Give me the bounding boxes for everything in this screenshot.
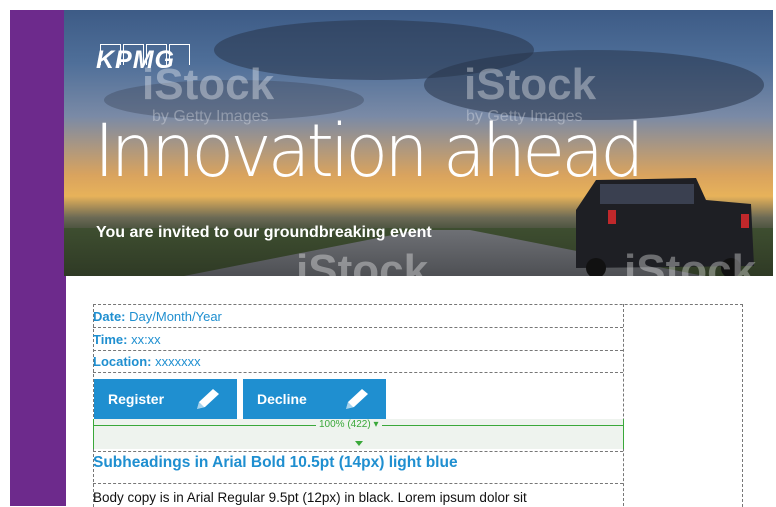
location-value: xxxxxxx (155, 354, 201, 369)
time-label: Time: (93, 332, 128, 347)
row-divider (93, 327, 623, 328)
subheading-text: Subheadings in Arial Bold 10.5pt (14px) … (93, 454, 458, 471)
zoom-width-label[interactable]: 100% (422) ▾ (316, 419, 382, 430)
decline-button[interactable]: Decline (243, 379, 386, 419)
time-value: xx:xx (131, 332, 161, 347)
zoom-guide-edge (623, 419, 624, 449)
location-label: Location: (93, 354, 152, 369)
column-divider (623, 304, 624, 506)
pencil-icon (346, 389, 368, 409)
zoom-guide-edge (93, 419, 94, 449)
decline-button-label: Decline (257, 391, 307, 407)
hero-title: Innovation ahead (94, 107, 645, 195)
register-button[interactable]: Register (94, 379, 237, 419)
row-divider (93, 451, 623, 452)
zoom-width-text: 100% (422) (319, 419, 371, 430)
pencil-icon (197, 389, 219, 409)
istock-watermark: iStock (464, 60, 597, 109)
hero-subtitle: You are invited to our groundbreaking ev… (96, 224, 432, 241)
date-label: Date: (93, 309, 126, 324)
istock-watermark: iStock (296, 246, 429, 276)
left-accent-bar (10, 10, 66, 506)
date-value: Day/Month/Year (129, 309, 222, 324)
body-copy-text: Body copy is in Arial Regular 9.5pt (12p… (93, 490, 527, 505)
row-divider (93, 350, 623, 351)
time-row[interactable]: Time: xx:xx (93, 332, 623, 347)
chevron-down-icon: ▾ (373, 419, 379, 430)
row-divider (93, 372, 623, 373)
row-divider (93, 483, 623, 484)
istock-watermark: iStock (624, 246, 757, 276)
location-row[interactable]: Location: xxxxxxx (93, 354, 623, 369)
date-row[interactable]: Date: Day/Month/Year (93, 309, 623, 324)
kpmg-logo: KPMG (96, 46, 175, 74)
register-button-label: Register (108, 391, 165, 407)
resize-handle-icon[interactable] (355, 441, 363, 446)
hero-banner: KPMG iStock iStock iStock iStock by Gett… (64, 10, 773, 276)
